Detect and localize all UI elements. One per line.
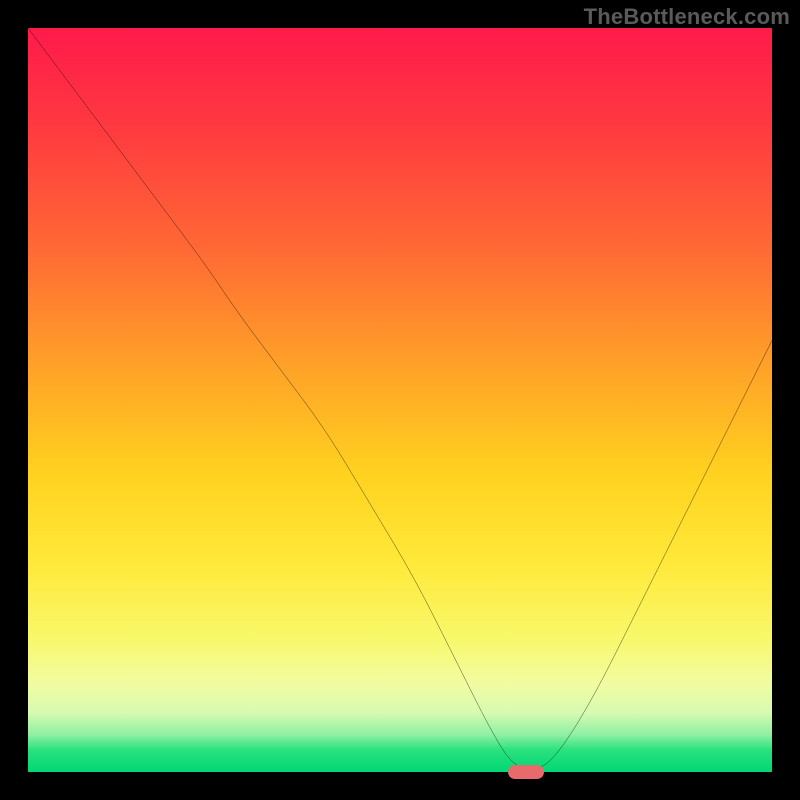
bottleneck-curve [28, 28, 772, 772]
plot-area [28, 28, 772, 772]
optimal-marker [508, 765, 544, 779]
chart-frame: TheBottleneck.com [0, 0, 800, 800]
watermark-text: TheBottleneck.com [584, 4, 790, 30]
